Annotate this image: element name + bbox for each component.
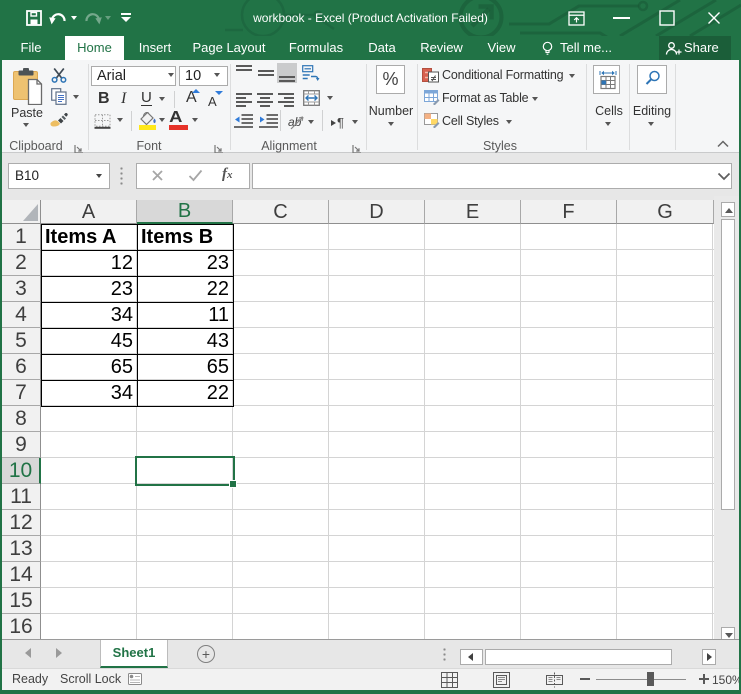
svg-text:ab: ab [288, 115, 302, 129]
svg-text:¶: ¶ [337, 115, 344, 129]
